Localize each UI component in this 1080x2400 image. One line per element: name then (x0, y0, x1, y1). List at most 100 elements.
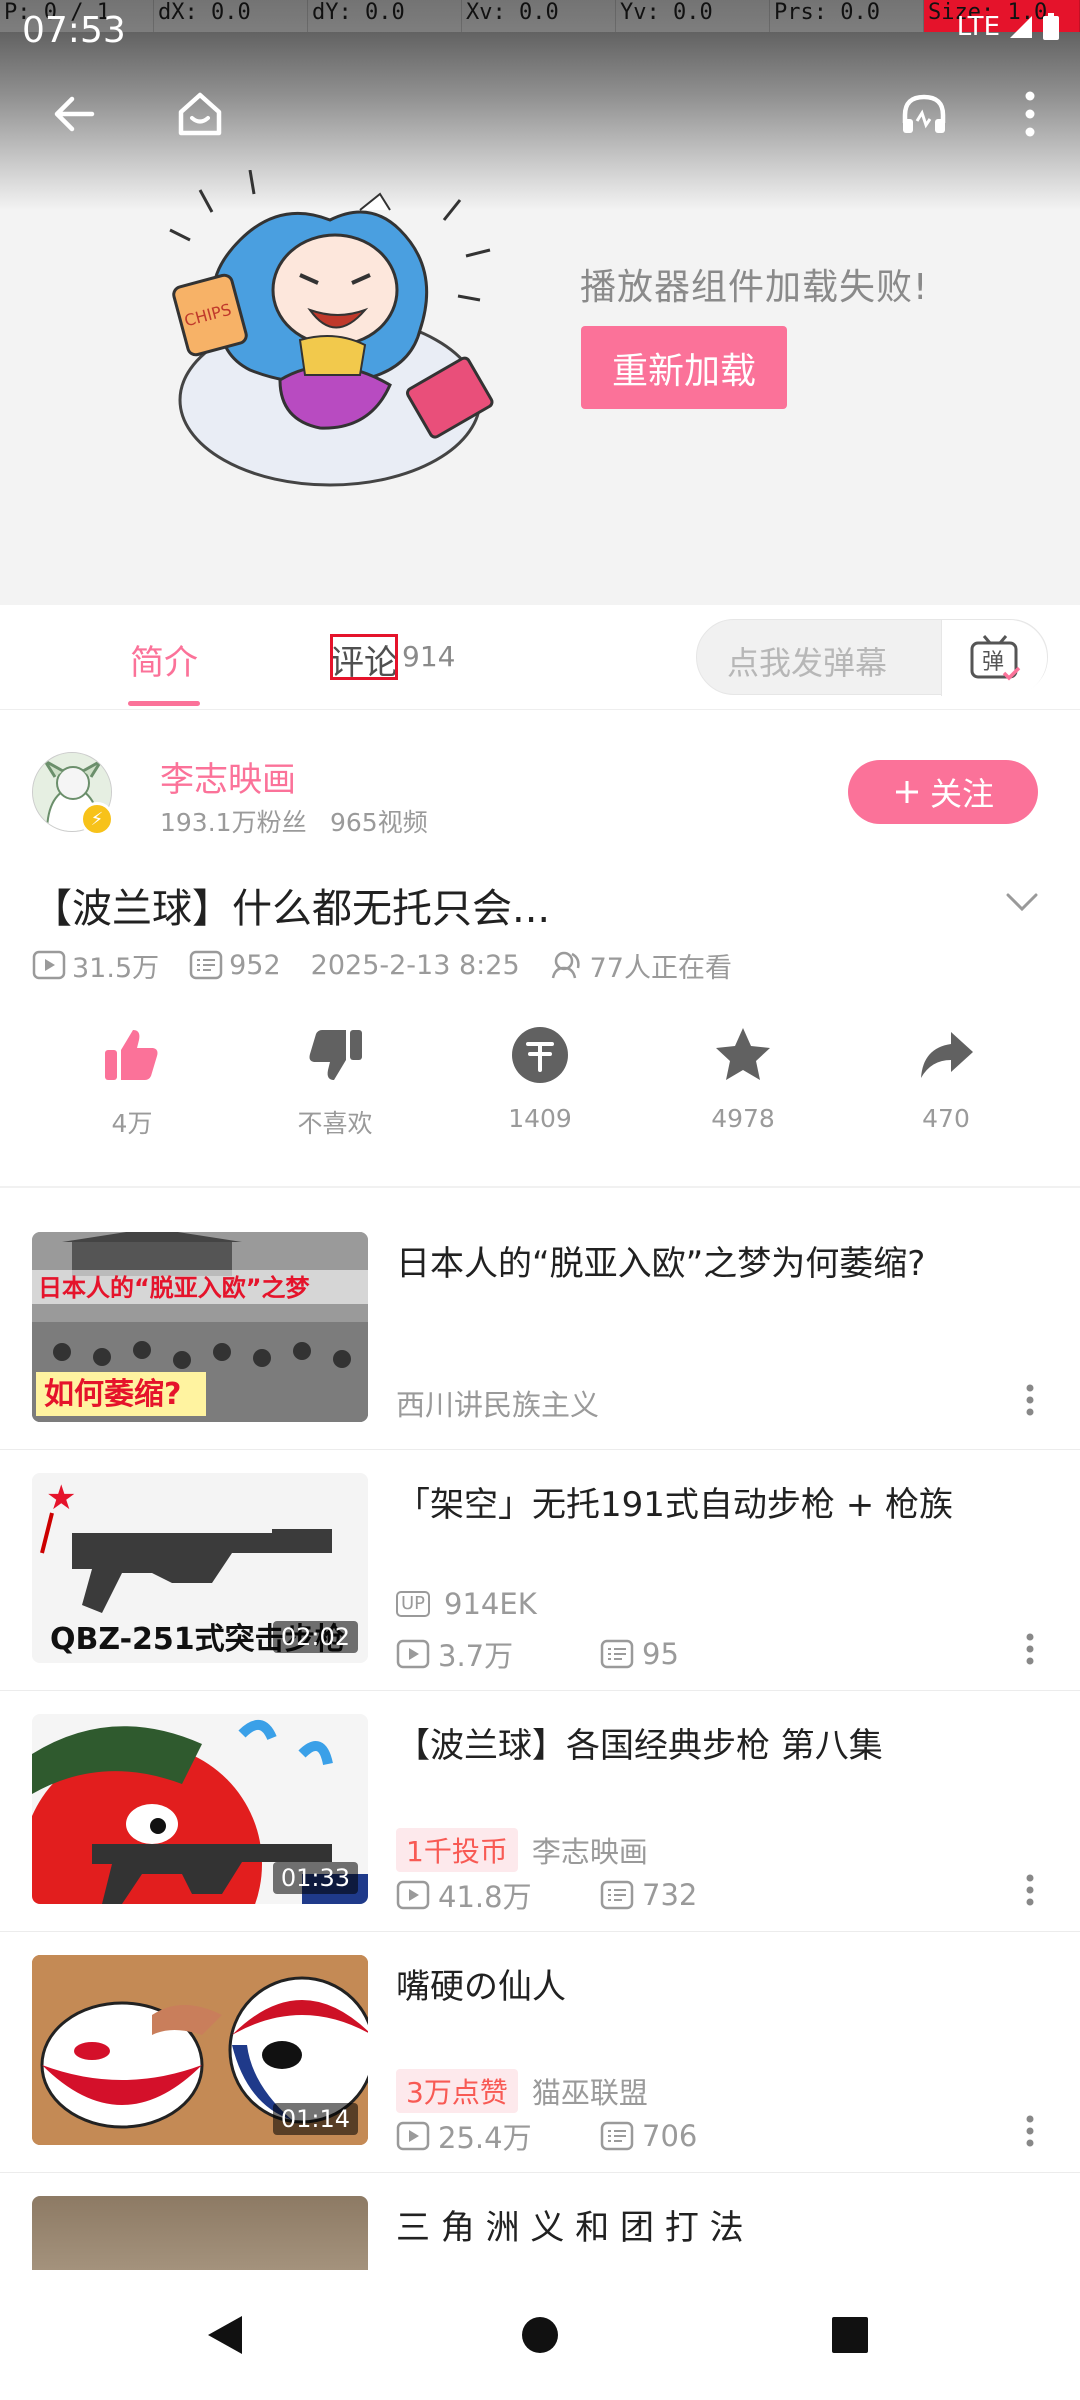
related-video-title: 三 角 洲 义 和 团 打 法 (396, 2208, 744, 2248)
back-button[interactable] (34, 74, 114, 154)
share-arrow-icon (921, 1032, 973, 1078)
up-badge-icon: UP (396, 1591, 431, 1617)
tab-intro[interactable]: 简介 (130, 635, 198, 684)
related-video-author: 914EK (444, 1587, 537, 1621)
danmaku-count: 732 (600, 1878, 804, 1912)
danmaku-count-icon (600, 2121, 634, 2151)
view-count-text: 25.4万 (438, 2121, 532, 2155)
signal-icon (1010, 16, 1032, 38)
related-video-stats: 41.8万 732 (396, 1874, 804, 1916)
network-type: LTE (956, 12, 1000, 42)
follow-button[interactable]: 关注 (848, 760, 1038, 824)
more-options-button[interactable] (1010, 1870, 1050, 1910)
danmaku-count: 706 (600, 2119, 804, 2153)
related-video-item[interactable]: 01:33 【波兰球】各国经典步枪 第八集 1千投币 李志映画 41.8万 73… (0, 1692, 1080, 1932)
load-failed-illustration: CHIPS (169, 170, 494, 487)
more-options-button[interactable] (1010, 2111, 1050, 2151)
status-icons: LTE (957, 12, 1060, 42)
danmaku-icon-text: 弹 (982, 650, 1004, 675)
chevron-down-icon (1006, 893, 1038, 912)
more-vertical-icon (1025, 91, 1035, 137)
related-video-item[interactable]: ★ QBZ-251式突击步枪 02:02 「架空」无托191式自动步枪 + 枪族… (0, 1451, 1080, 1691)
view-count-text: 41.8万 (438, 1880, 532, 1914)
more-options-button[interactable] (1010, 1629, 1050, 1669)
watching-people-icon (551, 951, 580, 979)
more-options-button[interactable] (1010, 1380, 1050, 1420)
more-vertical-icon (1026, 1874, 1034, 1906)
svg-text:★: ★ (46, 1478, 76, 1518)
danmaku-count-text: 706 (642, 2119, 698, 2153)
favorite-button[interactable]: 4978 (673, 1022, 813, 1133)
like-count: 4万 (111, 1109, 153, 1138)
debug-yv: Yv: 0.0 (616, 0, 770, 32)
related-video-uploader: 3万点赞 猫巫联盟 (396, 2069, 648, 2113)
view-count: 41.8万 (396, 1874, 600, 1916)
publish-date: 2025-2-13 8:25 (311, 950, 520, 981)
watching-now: 77人正在看 (550, 946, 732, 985)
battery-icon (1043, 13, 1059, 40)
verified-badge-icon: ⚡ (80, 802, 114, 836)
thumbnail-image: 日本人的“脱亚入欧”之梦 如何萎缩? (32, 1232, 368, 1422)
video-duration: 02:02 (272, 1621, 358, 1653)
more-vertical-icon (1026, 1633, 1034, 1665)
danmaku-count-text: 732 (642, 1878, 698, 1912)
related-video-uploader: UP 914EK (396, 1587, 537, 1621)
danmaku-count: 952 (189, 950, 281, 981)
related-video-stats: 3.7万 95 (396, 1633, 804, 1675)
video-thumbnail[interactable]: 01:14 (32, 1955, 368, 2145)
video-thumbnail[interactable]: ★ QBZ-251式突击步枪 02:02 (32, 1473, 368, 1663)
nav-home-button[interactable] (505, 2300, 575, 2370)
danmaku-placeholder: 点我发弹幕 (727, 644, 888, 682)
coin-button[interactable]: 1409 (470, 1022, 610, 1133)
listen-mode-button[interactable] (884, 74, 964, 154)
like-button[interactable]: 4万 (62, 1022, 202, 1140)
pointer-debug-overlay: P: 0 / 1 dX: 0.0 dY: 0.0 Xv: 0.0 Yv: 0.0… (0, 0, 1080, 32)
follow-label: 关注 (929, 775, 994, 813)
uploader-name[interactable]: 李志映画 (160, 752, 296, 801)
video-title[interactable]: 【波兰球】什么都无托只会... (32, 876, 550, 934)
play-count-icon (396, 1639, 430, 1669)
video-duration: 01:14 (272, 2103, 358, 2135)
video-stats: 31.5万 952 2025-2-13 8:25 77人正在看 (32, 945, 762, 985)
uploader-video-count: 965视频 (330, 808, 428, 837)
view-count-text: 31.5万 (72, 952, 160, 984)
reload-button[interactable]: 重新加载 (581, 326, 787, 409)
system-navigation-bar (0, 2270, 1080, 2400)
more-vertical-icon (1026, 1384, 1034, 1416)
related-video-item[interactable]: 三 角 洲 义 和 团 打 法 (0, 2174, 1080, 2270)
plus-icon (895, 781, 918, 803)
headphones-icon (902, 94, 946, 133)
comment-count: 914 (402, 640, 456, 673)
share-button[interactable]: 470 (876, 1022, 1016, 1133)
related-video-item[interactable]: 01:14 嘴硬の仙人 3万点赞 猫巫联盟 25.4万 706 (0, 1933, 1080, 2173)
nav-back-button[interactable] (190, 2300, 260, 2370)
view-count: 25.4万 (396, 2115, 600, 2157)
video-thumbnail[interactable] (32, 2196, 368, 2270)
player-error-message: 播放器组件加载失败! (580, 267, 929, 308)
home-button[interactable] (160, 74, 240, 154)
video-thumbnail[interactable]: 01:33 (32, 1714, 368, 1904)
related-video-item[interactable]: 日本人的“脱亚入欧”之梦 如何萎缩? 日本人的“脱亚入欧”之梦为何萎缩? 西川讲… (0, 1210, 1080, 1450)
debug-xv: Xv: 0.0 (462, 0, 616, 32)
related-video-title: 嘴硬の仙人 (396, 1967, 566, 2007)
status-time: 07:53 (22, 10, 126, 51)
expand-description-button[interactable] (1000, 880, 1044, 924)
thumb-caption-bottom: 如何萎缩? (44, 1377, 181, 1412)
coin-icon (512, 1027, 568, 1083)
more-vertical-icon (1026, 2115, 1034, 2147)
play-count-icon (396, 2121, 430, 2151)
related-video-title: 日本人的“脱亚入欧”之梦为何萎缩? (396, 1244, 926, 1284)
dislike-button[interactable]: 不喜欢 (265, 1022, 405, 1140)
danmaku-toggle-button[interactable]: 弹 (941, 620, 1047, 696)
danmaku-count-text: 952 (229, 949, 281, 981)
nav-recents-button[interactable] (815, 2300, 885, 2370)
danmaku-input[interactable]: 点我发弹幕 弹 (696, 619, 1048, 696)
favorite-count: 4978 (711, 1104, 775, 1133)
debug-prs: Prs: 0.0 (770, 0, 924, 32)
publish-date-text: 2025-2-13 8:25 (310, 949, 520, 981)
related-video-title: 【波兰球】各国经典步枪 第八集 (396, 1726, 883, 1766)
video-thumbnail[interactable]: 日本人的“脱亚入欧”之梦 如何萎缩? (32, 1232, 368, 1422)
more-options-button[interactable] (990, 74, 1070, 154)
coin-tag-badge: 1千投币 (396, 1828, 518, 1872)
play-count-icon (32, 950, 66, 980)
